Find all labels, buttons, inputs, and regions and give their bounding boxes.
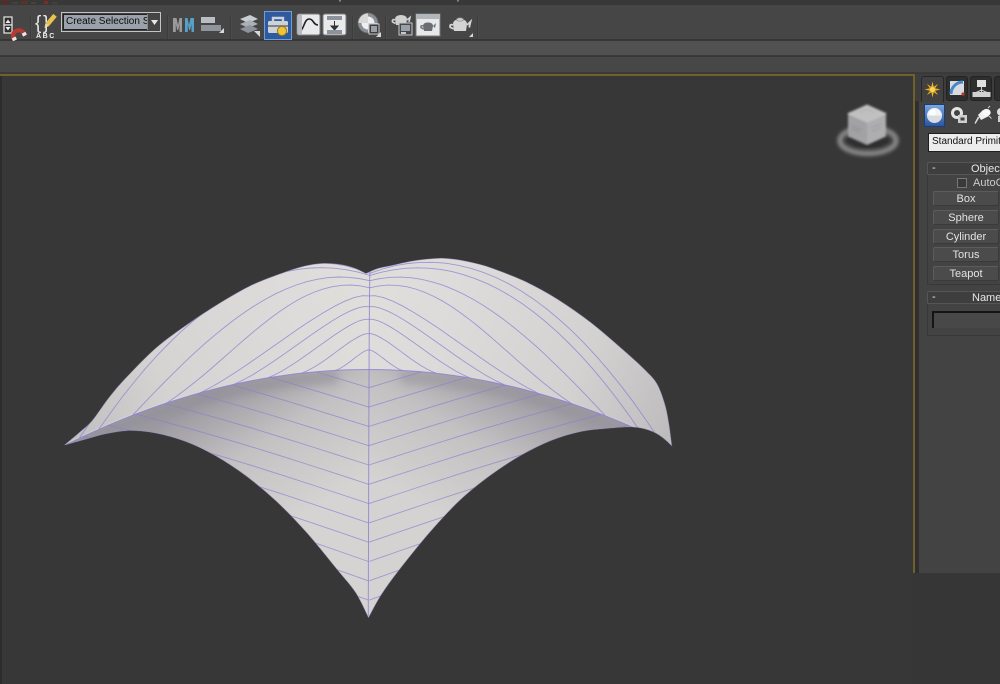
svg-text:{: { bbox=[35, 13, 42, 34]
svg-text:ABC: ABC bbox=[36, 33, 56, 40]
